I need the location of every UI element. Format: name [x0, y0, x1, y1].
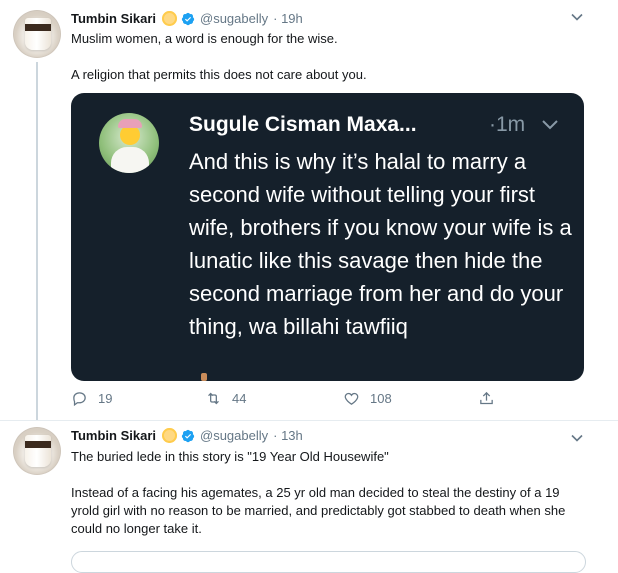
- screenshot-time: ·1m: [489, 113, 526, 136]
- tweet-header: Tumbin Sikari @sugabelly · 13h: [71, 428, 303, 443]
- avatar-image: [25, 18, 51, 50]
- tweet-text-line-1: The buried lede in this story is "19 Yea…: [71, 449, 389, 464]
- screenshot-avatar: [99, 113, 159, 173]
- timestamp[interactable]: · 19h: [273, 11, 303, 26]
- chevron-down-icon[interactable]: [570, 10, 584, 24]
- embedded-screenshot[interactable]: Sugule Cisman Maxa... ·1m And this is wh…: [71, 93, 584, 381]
- avatar-image: [25, 435, 51, 467]
- verified-badge-icon: [181, 429, 195, 442]
- tweet-text-paragraph: Instead of a facing his agemates, a 25 y…: [71, 485, 566, 536]
- tweet-2[interactable]: Tumbin Sikari @sugabelly · 13h The burie…: [0, 421, 618, 562]
- avatar[interactable]: [13, 427, 61, 475]
- tweet-text-line-2: A religion that permits this does not ca…: [71, 67, 367, 82]
- retweet-count: 44: [232, 391, 247, 406]
- like-count: 108: [370, 391, 392, 406]
- retweet-button[interactable]: 44: [205, 390, 246, 407]
- verified-badge-icon: [181, 12, 195, 25]
- thread-line: [36, 62, 38, 420]
- quoted-tweet-card[interactable]: [71, 551, 586, 573]
- tweet-text-line-1: Muslim women, a word is enough for the w…: [71, 31, 338, 46]
- sun-emoji-icon: [162, 11, 177, 26]
- share-icon: [480, 391, 493, 405]
- like-button[interactable]: 108: [343, 390, 392, 407]
- reply-icon: [73, 392, 86, 407]
- author-handle[interactable]: @sugabelly: [200, 428, 268, 443]
- avatar[interactable]: [13, 10, 61, 58]
- tweet-header: Tumbin Sikari @sugabelly · 19h: [71, 11, 303, 26]
- author-name[interactable]: Tumbin Sikari: [71, 428, 156, 443]
- reply-button[interactable]: 19: [71, 390, 112, 407]
- retweet-icon: [208, 392, 219, 405]
- screenshot-text: And this is why it’s halal to marry a se…: [189, 149, 572, 339]
- timestamp[interactable]: · 13h: [273, 428, 303, 443]
- chevron-down-icon[interactable]: [570, 431, 584, 445]
- author-name[interactable]: Tumbin Sikari: [71, 11, 156, 26]
- tweet-1[interactable]: Tumbin Sikari @sugabelly · 19h Muslim wo…: [0, 0, 618, 420]
- author-handle[interactable]: @sugabelly: [200, 11, 268, 26]
- chevron-down-icon: [542, 120, 558, 130]
- heart-icon: [344, 392, 359, 405]
- sun-emoji-icon: [162, 428, 177, 443]
- reply-count: 19: [98, 391, 113, 406]
- tweet-actions: 19 44 108: [71, 390, 511, 410]
- screenshot-author-name: Sugule Cisman Maxa...: [189, 113, 417, 136]
- share-button[interactable]: [478, 390, 505, 407]
